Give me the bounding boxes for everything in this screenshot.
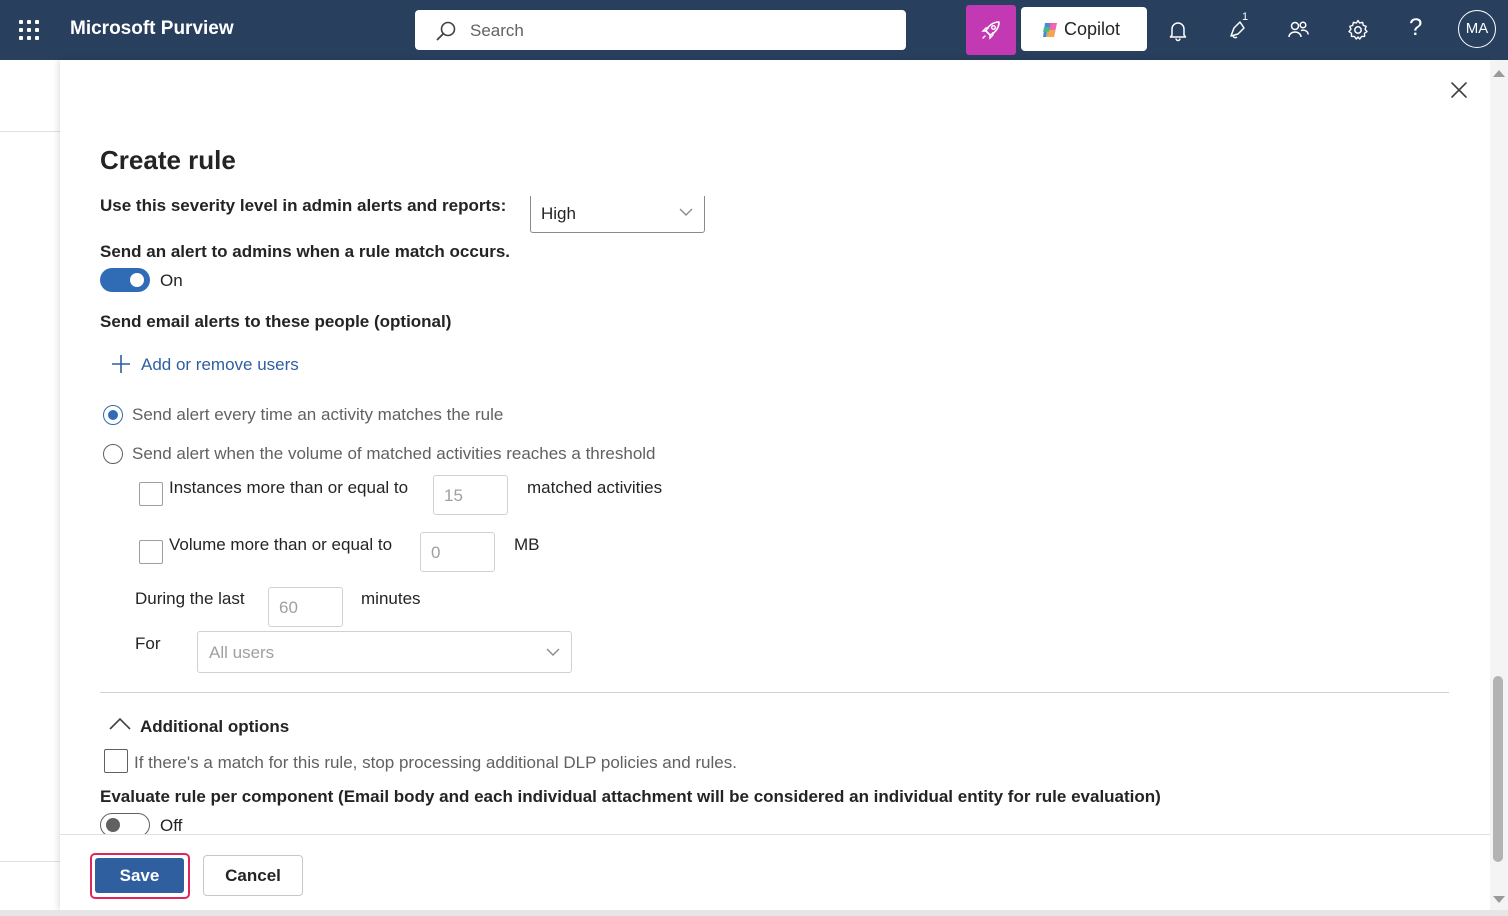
chevron-down-icon: [679, 208, 693, 216]
people-icon[interactable]: [1286, 18, 1310, 42]
background-divider: [0, 861, 60, 862]
scrollbar-thumb[interactable]: [1493, 676, 1503, 862]
notification-badge: 1: [1242, 11, 1249, 23]
evaluate-per-component-label: Evaluate rule per component (Email body …: [100, 787, 1161, 806]
during-value: 60: [279, 598, 298, 617]
severity-value: High: [541, 204, 576, 223]
close-icon[interactable]: [1447, 78, 1471, 102]
background-divider: [0, 131, 60, 132]
volume-label: Volume more than or equal to: [169, 535, 393, 554]
chevron-down-icon: [546, 648, 560, 656]
radio-every-time[interactable]: [103, 405, 123, 425]
search-icon: [436, 21, 456, 41]
for-dropdown[interactable]: All users: [197, 631, 572, 673]
bottom-edge: [0, 910, 1508, 916]
background-page: [0, 60, 60, 916]
panel-title: Create rule: [100, 145, 236, 175]
section-divider: [100, 692, 1449, 693]
instances-label: Instances more than or equal to: [169, 478, 409, 497]
copilot-label: Copilot: [1064, 19, 1121, 39]
chevron-up-icon[interactable]: [109, 717, 131, 731]
for-label: For: [135, 634, 161, 653]
add-remove-users-label: Add or remove users: [141, 355, 299, 374]
stop-processing-checkbox[interactable]: [104, 749, 128, 773]
copilot-logo-icon: [1043, 23, 1057, 37]
scroll-down-icon[interactable]: [1493, 896, 1505, 903]
volume-checkbox[interactable]: [139, 540, 163, 564]
rocket-icon: [981, 21, 1000, 40]
search-input[interactable]: Search: [415, 10, 906, 50]
radio-threshold[interactable]: [103, 444, 123, 464]
gear-icon[interactable]: [1346, 18, 1370, 42]
save-button-label: Save: [95, 858, 184, 893]
stop-processing-label: If there's a match for this rule, stop p…: [134, 753, 737, 772]
avatar[interactable]: MA: [1458, 10, 1496, 48]
volume-value: 0: [431, 543, 441, 562]
search-placeholder: Search: [470, 21, 524, 40]
email-alerts-label: Send email alerts to these people (optio…: [100, 312, 452, 331]
volume-suffix: MB: [514, 535, 540, 554]
bell-icon[interactable]: [1166, 18, 1190, 42]
radio-threshold-label[interactable]: Send alert when the volume of matched ac…: [132, 444, 656, 464]
top-bar: Microsoft Purview Search Copilot 1 ? MA: [0, 0, 1508, 60]
plus-icon: [112, 355, 130, 373]
for-value: All users: [209, 643, 275, 662]
app-launcher-icon[interactable]: [19, 20, 39, 40]
during-label: During the last: [135, 589, 245, 608]
help-icon[interactable]: ?: [1409, 14, 1422, 42]
severity-dropdown[interactable]: High: [530, 196, 705, 233]
admin-alert-toggle-state: On: [160, 271, 183, 290]
volume-input[interactable]: 0: [420, 532, 495, 572]
instances-input[interactable]: 15: [433, 475, 508, 515]
scroll-up-icon[interactable]: [1493, 70, 1505, 77]
admin-alert-label: Send an alert to admins when a rule matc…: [100, 242, 511, 261]
rocket-button[interactable]: [966, 5, 1016, 55]
instances-suffix: matched activities: [527, 478, 663, 497]
additional-options-heading[interactable]: Additional options: [140, 717, 289, 737]
app-title[interactable]: Microsoft Purview: [70, 18, 234, 40]
admin-alert-toggle[interactable]: [100, 268, 150, 292]
severity-label: Use this severity level in admin alerts …: [100, 196, 507, 215]
instances-value: 15: [444, 486, 463, 505]
instances-checkbox[interactable]: [139, 482, 163, 506]
evaluate-toggle-state: Off: [160, 816, 183, 835]
during-input[interactable]: 60: [268, 587, 343, 627]
radio-every-time-label[interactable]: Send alert every time an activity matche…: [132, 405, 503, 425]
during-suffix: minutes: [361, 589, 421, 608]
save-button[interactable]: Save: [90, 853, 190, 899]
cancel-button[interactable]: Cancel: [203, 855, 303, 896]
copilot-button[interactable]: Copilot: [1021, 7, 1147, 51]
